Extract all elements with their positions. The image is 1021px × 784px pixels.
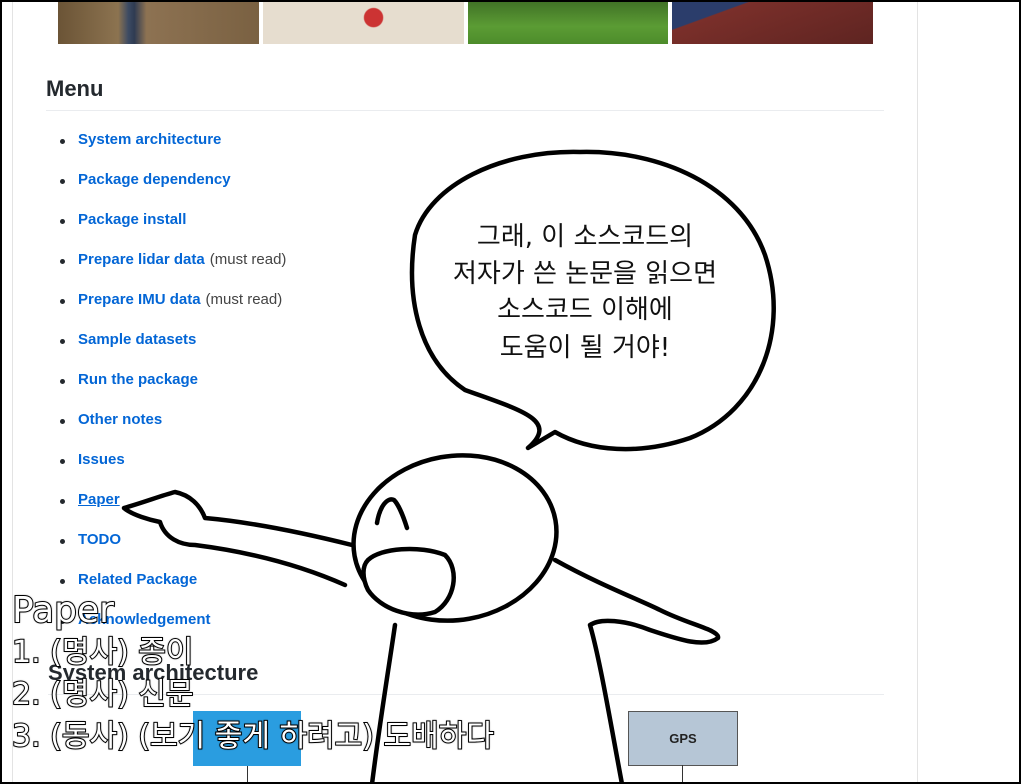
- caption-title: Paper: [11, 589, 115, 632]
- speech-line-1: 그래, 이 소스코드의: [477, 222, 693, 252]
- caption-line-2: 2. (명사) 신문: [11, 676, 195, 713]
- caption-line-3: 3. (동사) (보기 좋게 하려고) 도배하다: [11, 718, 495, 755]
- character-pointing-arm: [121, 489, 355, 588]
- character-body: [552, 557, 721, 784]
- speech-line-2: 저자가 쓴 논문을 읽으면: [453, 259, 717, 289]
- vocab-caption: Paper 1. (명사) 종이 2. (명사) 신문 3. (동사) (보기 …: [11, 589, 495, 758]
- speech-line-4: 도움이 될 거야!: [500, 333, 670, 363]
- speech-line-3: 소스코드 이해에: [497, 295, 673, 325]
- caption-line-1: 1. (명사) 종이: [11, 634, 195, 671]
